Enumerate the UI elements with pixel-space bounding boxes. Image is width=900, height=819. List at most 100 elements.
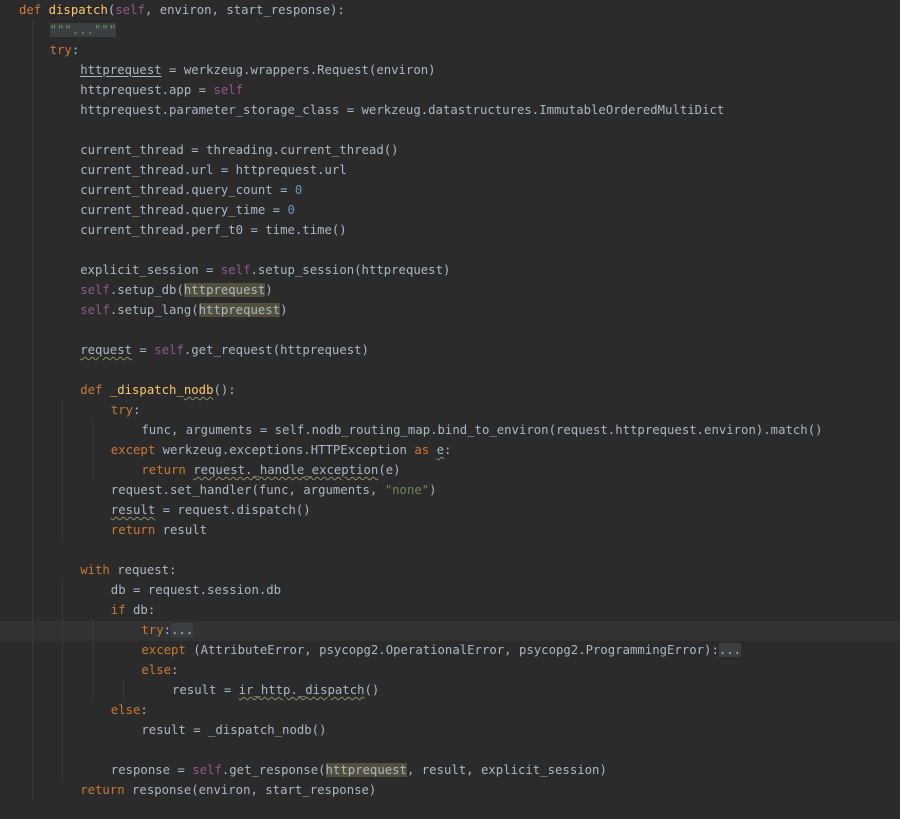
code-token: .setup_db( (109, 283, 184, 297)
code-token: .setup_session(httprequest) (250, 263, 451, 277)
code-token: except (141, 643, 194, 657)
indent-guide (92, 420, 94, 480)
code-token: ) (280, 303, 288, 317)
code-line[interactable]: httprequest.app = self (80, 80, 243, 100)
code-token: self (80, 283, 110, 297)
indent-guide (92, 620, 94, 700)
code-token: current_thread.perf_t0 = time.time() (80, 223, 347, 237)
code-token: with (80, 563, 118, 577)
code-token: httprequest (325, 763, 407, 777)
code-line[interactable]: def _dispatch_nodb(): (80, 380, 236, 400)
code-line[interactable]: return result (111, 520, 207, 540)
code-line[interactable]: return request._handle_exception(e) (141, 460, 400, 480)
code-token: = werkzeug.wrappers.Request(environ) (161, 63, 436, 77)
indent-guide (31, 20, 33, 800)
code-token: explicit_session = (80, 263, 221, 277)
code-line[interactable]: self.setup_db(httprequest) (80, 280, 273, 300)
code-token: else (110, 703, 141, 717)
code-line[interactable]: except (AttributeError, psycopg2.Operati… (141, 640, 742, 660)
code-token: request._handle_exception (193, 463, 379, 477)
code-line[interactable]: if db: (111, 600, 155, 620)
code-token: result = (172, 683, 239, 697)
code-token: : (163, 623, 172, 637)
code-token: request: (117, 563, 177, 577)
code-token: current_thread.query_count = (80, 183, 295, 197)
code-line[interactable]: current_thread.perf_t0 = time.time() (80, 220, 347, 240)
code-line[interactable]: try: (50, 40, 80, 60)
code-token: try (141, 623, 164, 637)
code-token: except (110, 443, 163, 457)
code-line[interactable]: result = _dispatch_nodb() (141, 720, 326, 740)
code-token: try (110, 403, 134, 417)
code-token: ir_http._dispatch (238, 683, 365, 697)
code-line[interactable]: result = ir_http._dispatch() (172, 680, 379, 700)
code-token: self (213, 83, 244, 97)
code-token: = request.dispatch() (155, 503, 311, 517)
code-token: , environ, start_response): (144, 3, 345, 17)
caret-line-highlight (0, 621, 900, 641)
code-token: (): (213, 383, 236, 397)
code-line[interactable]: db = request.session.db (111, 580, 281, 600)
folded-code-block[interactable]: ... (718, 643, 742, 657)
code-token: try (49, 43, 72, 57)
code-line[interactable]: result = request.dispatch() (111, 500, 311, 520)
code-line[interactable]: return response(environ, start_response) (80, 780, 376, 800)
code-token: (e) (378, 463, 401, 477)
code-line[interactable]: try: (111, 400, 141, 420)
code-token: current_thread.query_time = (80, 203, 288, 217)
code-token: : (171, 663, 179, 677)
code-line[interactable]: httprequest = werkzeug.wrappers.Request(… (80, 60, 435, 80)
code-token: () (364, 683, 380, 697)
code-line[interactable]: """...""" (49, 20, 117, 40)
code-token: (AttributeError, psycopg2.OperationalErr… (193, 643, 719, 657)
code-line[interactable]: func, arguments = self.nodb_routing_map.… (141, 420, 822, 440)
code-token: else (141, 663, 172, 677)
code-line[interactable]: request = self.get_request(httprequest) (80, 340, 369, 360)
code-token: : (443, 443, 452, 457)
indent-guide (123, 680, 125, 700)
code-line[interactable]: request.set_handler(func, arguments, "no… (111, 480, 437, 500)
code-token: return (80, 783, 133, 797)
code-token: self (115, 3, 145, 17)
code-token: "none" (384, 483, 430, 497)
code-token: response(environ, start_response) (132, 783, 377, 797)
code-token: ) (429, 483, 437, 497)
code-token: response = (110, 763, 193, 777)
code-token: 0 (287, 203, 295, 217)
code-token: werkzeug.exceptions.HTTPException (162, 443, 415, 457)
code-line[interactable]: explicit_session = self.setup_session(ht… (80, 260, 450, 280)
code-line[interactable]: self.setup_lang(httprequest) (80, 300, 288, 320)
code-token: result (162, 523, 208, 537)
code-editor[interactable]: def dispatch(self, environ, start_respon… (0, 0, 900, 819)
code-token: : (140, 703, 148, 717)
folded-code-block[interactable]: ... (171, 623, 194, 637)
code-token: def (80, 383, 110, 397)
code-token: e (436, 443, 444, 457)
code-token: db: (133, 603, 156, 617)
code-token: request.set_handler(func, arguments, (110, 483, 385, 497)
code-line[interactable]: response = self.get_response(httprequest… (111, 760, 607, 780)
code-line[interactable]: except werkzeug.exceptions.HTTPException… (111, 440, 452, 460)
code-token: self (154, 343, 184, 357)
code-token: ) (265, 283, 273, 297)
code-line[interactable]: current_thread.url = httprequest.url (80, 160, 347, 180)
folded-code-block[interactable]: """...""" (49, 23, 117, 37)
code-line[interactable]: with request: (80, 560, 176, 580)
code-line[interactable]: httprequest.parameter_storage_class = we… (80, 100, 724, 120)
code-line[interactable]: try:... (141, 620, 194, 640)
code-line[interactable]: current_thread = threading.current_threa… (80, 140, 398, 160)
code-token: self (192, 763, 222, 777)
code-token: db = request.session.db (110, 583, 282, 597)
code-line[interactable]: current_thread.query_count = 0 (80, 180, 302, 200)
code-token: httprequest.parameter_storage_class = we… (80, 103, 725, 117)
code-token: as (414, 443, 437, 457)
code-line[interactable]: def dispatch(self, environ, start_respon… (19, 0, 345, 20)
code-line[interactable]: else: (141, 660, 178, 680)
code-line[interactable]: else: (111, 700, 148, 720)
indent-guide (62, 580, 64, 780)
code-token: func, arguments = self.nodb_routing_map.… (141, 423, 823, 437)
code-token: , result, explicit_session) (406, 763, 607, 777)
code-token: : (133, 403, 141, 417)
code-line[interactable]: current_thread.query_time = 0 (80, 200, 295, 220)
code-token: dispatch (48, 3, 108, 17)
